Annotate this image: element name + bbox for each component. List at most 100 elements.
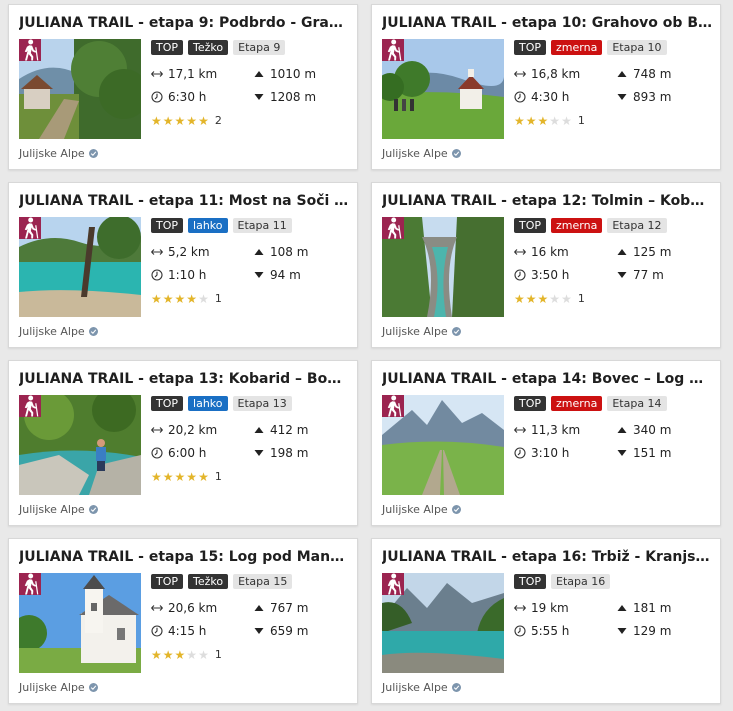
tour-card-6[interactable]: JULIANA TRAIL - etapa 14: Bovec – Log po… xyxy=(371,360,721,526)
stage-badge: Etapa 9 xyxy=(233,40,286,55)
tour-thumbnail[interactable] xyxy=(382,39,504,139)
difficulty-badge: lahko xyxy=(188,396,228,411)
duration-value: 3:10 h xyxy=(531,446,570,460)
top-badge: TOP xyxy=(151,218,184,233)
rating: ★ ★ ★ ★ ★ 2 xyxy=(151,114,222,127)
ascent-stat: 1010 m xyxy=(253,66,316,82)
tour-thumbnail[interactable] xyxy=(382,395,504,495)
tour-thumbnail[interactable] xyxy=(19,39,141,139)
star-icon: ★ xyxy=(549,113,561,128)
ascent-stat: 108 m xyxy=(253,244,308,260)
verified-icon xyxy=(451,505,461,514)
distance-icon xyxy=(151,424,163,436)
distance-icon xyxy=(151,246,163,258)
difficulty-badge: lahko xyxy=(188,218,228,233)
tour-title[interactable]: JULIANA TRAIL - etapa 13: Kobarid – Bove… xyxy=(19,370,349,388)
ascent-value: 412 m xyxy=(270,423,309,437)
rating-count: 2 xyxy=(214,114,222,127)
region-label[interactable]: Julijske Alpe xyxy=(19,325,98,338)
tour-thumbnail[interactable] xyxy=(382,217,504,317)
clock-icon xyxy=(514,91,526,103)
distance-icon xyxy=(514,68,526,80)
tour-title[interactable]: JULIANA TRAIL - etapa 12: Tolmin – Kobar… xyxy=(382,192,712,210)
distance-value: 16,8 km xyxy=(531,67,581,81)
stage-badge: Etapa 15 xyxy=(233,574,293,589)
distance-icon xyxy=(514,424,526,436)
duration-value: 1:10 h xyxy=(168,268,207,282)
distance-stat: 5,2 km xyxy=(151,244,210,260)
clock-icon xyxy=(151,625,163,637)
verified-icon xyxy=(88,505,98,514)
descent-value: 198 m xyxy=(270,446,309,460)
descent-icon xyxy=(253,625,265,637)
stage-badge: Etapa 13 xyxy=(232,396,292,411)
descent-value: 129 m xyxy=(633,624,672,638)
verified-icon xyxy=(88,149,98,158)
tour-title[interactable]: JULIANA TRAIL - etapa 11: Most na Soči –… xyxy=(19,192,349,210)
tour-card-8[interactable]: JULIANA TRAIL - etapa 16: Trbiž - Kranjs… xyxy=(371,538,721,704)
descent-value: 659 m xyxy=(270,624,309,638)
duration-stat: 4:30 h xyxy=(514,89,569,105)
rating: ★ ★ ★ ★ ★ 1 xyxy=(514,114,585,127)
ascent-icon xyxy=(253,246,265,258)
region-label[interactable]: Julijske Alpe xyxy=(19,147,98,160)
star-icon: ★ xyxy=(174,291,186,306)
hiking-icon xyxy=(382,573,404,595)
region-label[interactable]: Julijske Alpe xyxy=(382,681,461,694)
descent-icon xyxy=(616,91,628,103)
rating: ★ ★ ★ ★ ★ 1 xyxy=(514,292,585,305)
tour-card-5[interactable]: JULIANA TRAIL - etapa 13: Kobarid – Bove… xyxy=(8,360,358,526)
region-label[interactable]: Julijske Alpe xyxy=(382,503,461,516)
region-name: Julijske Alpe xyxy=(19,147,85,160)
distance-stat: 17,1 km xyxy=(151,66,217,82)
rating-stars: ★ ★ ★ ★ ★ xyxy=(151,471,209,483)
region-label[interactable]: Julijske Alpe xyxy=(19,503,98,516)
region-label[interactable]: Julijske Alpe xyxy=(19,681,98,694)
descent-value: 1208 m xyxy=(270,90,317,104)
distance-stat: 19 km xyxy=(514,600,569,616)
star-icon: ★ xyxy=(162,469,174,484)
tour-title[interactable]: JULIANA TRAIL - etapa 9: Podbrdo - Graho… xyxy=(19,14,349,32)
ascent-stat: 748 m xyxy=(616,66,671,82)
tour-title[interactable]: JULIANA TRAIL - etapa 10: Grahovo ob Bač… xyxy=(382,14,712,32)
tour-badges: TOP Etapa 16 xyxy=(514,574,611,589)
hiking-icon xyxy=(19,39,41,61)
tour-badges: TOP zmerna Etapa 14 xyxy=(514,396,667,411)
rating-count: 1 xyxy=(577,114,585,127)
tour-thumbnail[interactable] xyxy=(19,573,141,673)
tour-card-2[interactable]: JULIANA TRAIL - etapa 10: Grahovo ob Bač… xyxy=(371,4,721,170)
tour-card-7[interactable]: JULIANA TRAIL - etapa 15: Log pod Mangar… xyxy=(8,538,358,704)
duration-value: 4:15 h xyxy=(168,624,207,638)
tour-card-4[interactable]: JULIANA TRAIL - etapa 12: Tolmin – Kobar… xyxy=(371,182,721,348)
tour-title[interactable]: JULIANA TRAIL - etapa 15: Log pod Mangar… xyxy=(19,548,349,566)
star-icon: ★ xyxy=(525,291,537,306)
star-icon: ★ xyxy=(151,291,162,306)
tour-card-3[interactable]: JULIANA TRAIL - etapa 11: Most na Soči –… xyxy=(8,182,358,348)
rating-stars: ★ ★ ★ ★ ★ xyxy=(151,115,209,127)
tour-card-1[interactable]: JULIANA TRAIL - etapa 9: Podbrdo - Graho… xyxy=(8,4,358,170)
star-icon: ★ xyxy=(537,291,549,306)
star-icon: ★ xyxy=(162,113,174,128)
tour-title[interactable]: JULIANA TRAIL - etapa 16: Trbiž - Kranjs… xyxy=(382,548,712,566)
region-label[interactable]: Julijske Alpe xyxy=(382,325,461,338)
tour-title[interactable]: JULIANA TRAIL - etapa 14: Bovec – Log po… xyxy=(382,370,712,388)
tour-thumbnail[interactable] xyxy=(19,395,141,495)
distance-stat: 11,3 km xyxy=(514,422,580,438)
region-name: Julijske Alpe xyxy=(19,503,85,516)
star-icon: ★ xyxy=(561,291,572,306)
tour-thumbnail[interactable] xyxy=(19,217,141,317)
region-label[interactable]: Julijske Alpe xyxy=(382,147,461,160)
star-icon: ★ xyxy=(561,113,572,128)
star-icon: ★ xyxy=(151,113,162,128)
star-icon: ★ xyxy=(549,291,561,306)
stage-badge: Etapa 12 xyxy=(607,218,667,233)
top-badge: TOP xyxy=(514,396,547,411)
ascent-value: 1010 m xyxy=(270,67,317,81)
top-badge: TOP xyxy=(151,396,184,411)
tour-thumbnail[interactable] xyxy=(382,573,504,673)
distance-icon xyxy=(514,246,526,258)
ascent-icon xyxy=(253,602,265,614)
duration-stat: 5:55 h xyxy=(514,623,569,639)
duration-stat: 4:15 h xyxy=(151,623,206,639)
ascent-icon xyxy=(616,602,628,614)
